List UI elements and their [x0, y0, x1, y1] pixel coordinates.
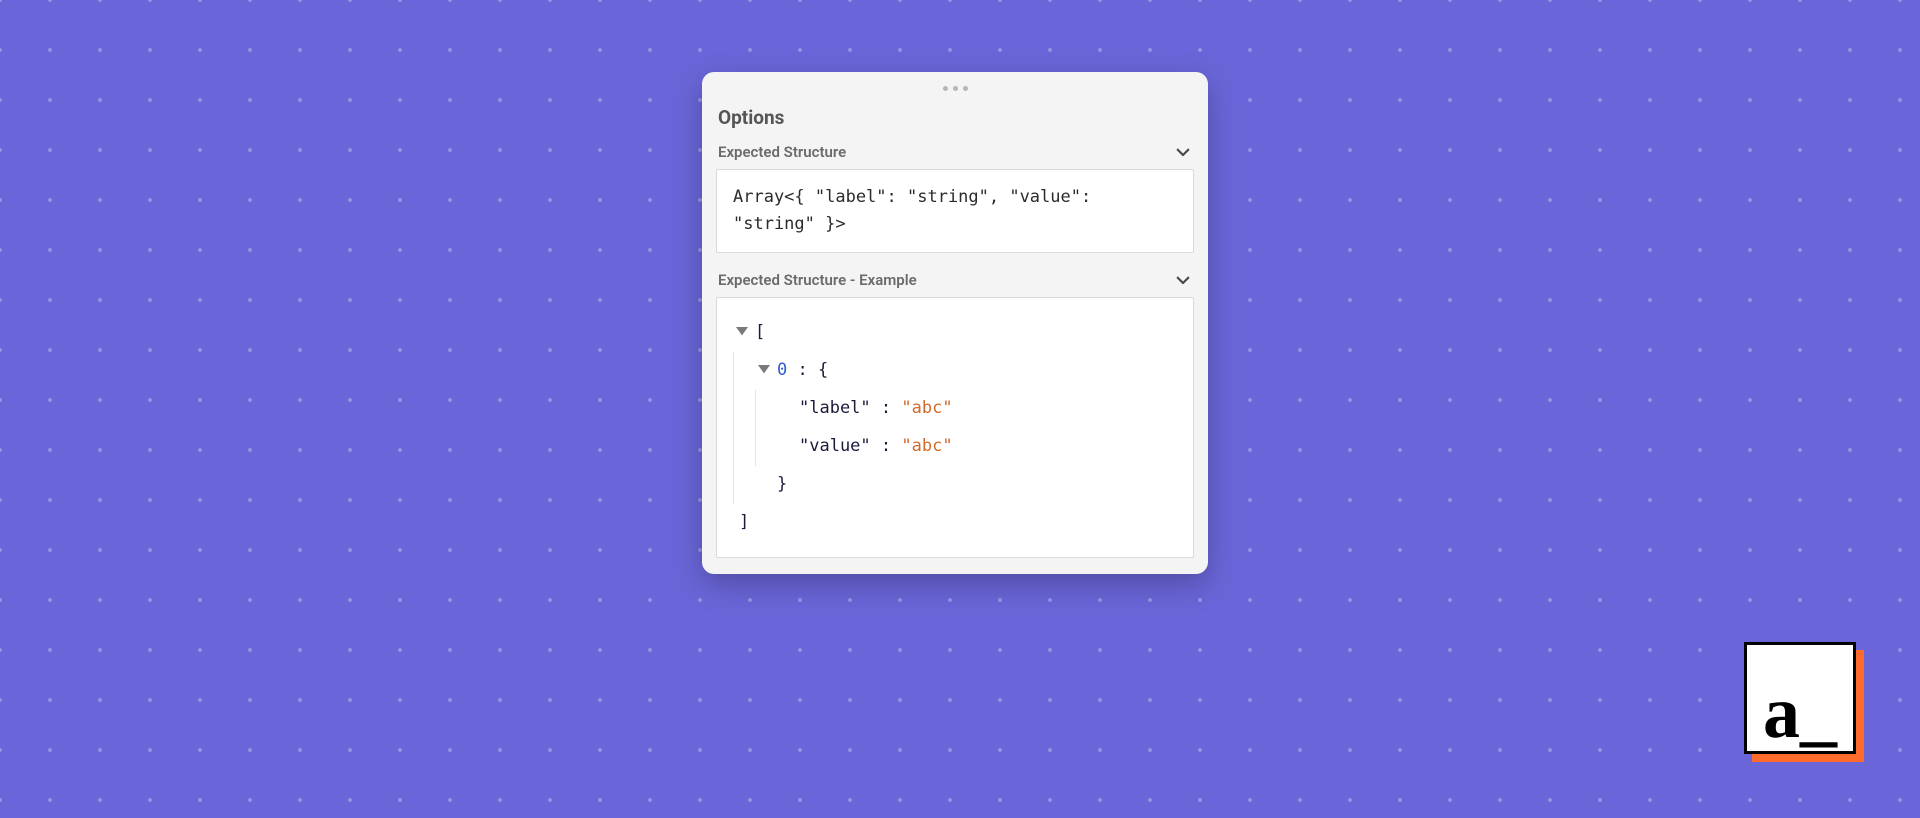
brace-open: {	[818, 352, 828, 389]
section-header-structure[interactable]: Expected Structure	[716, 139, 1194, 169]
appsmith-logo: a_	[1744, 642, 1856, 754]
json-value: "abc"	[901, 428, 952, 465]
array-index: 0	[777, 352, 787, 389]
brace-close: }	[777, 466, 787, 503]
section-label-structure: Expected Structure	[718, 143, 846, 161]
bracket-close: ]	[739, 504, 749, 541]
options-panel: Options Expected Structure Array<{ "labe…	[702, 72, 1208, 574]
panel-title: Options	[718, 106, 1194, 129]
section-header-example[interactable]: Expected Structure - Example	[716, 267, 1194, 297]
tree-row-array-close: ]	[733, 504, 1177, 541]
colon: :	[787, 352, 818, 389]
json-key: "label"	[799, 390, 871, 427]
chevron-down-icon	[1174, 271, 1192, 289]
colon: :	[871, 428, 902, 465]
logo-underscore: _	[1800, 657, 1837, 769]
tree-row-prop: "value" : "abc"	[733, 428, 1177, 466]
chevron-down-icon	[1174, 143, 1192, 161]
colon: :	[871, 390, 902, 427]
bracket-open: [	[755, 314, 765, 351]
logo-letter: a	[1763, 657, 1800, 769]
expected-structure-code: Array<{ "label": "string", "value": "str…	[716, 169, 1194, 253]
tree-row-array-open[interactable]: [	[733, 314, 1177, 351]
json-key: "value"	[799, 428, 871, 465]
tree-row-item-close: }	[733, 466, 1177, 504]
caret-down-icon[interactable]	[755, 362, 773, 380]
tree-row-item-open[interactable]: 0 : {	[733, 352, 1177, 390]
drag-handle[interactable]	[716, 86, 1194, 100]
caret-down-icon[interactable]	[733, 324, 751, 342]
tree-row-prop: "label" : "abc"	[733, 390, 1177, 428]
section-label-example: Expected Structure - Example	[718, 271, 917, 289]
json-value: "abc"	[901, 390, 952, 427]
example-json-tree: [ 0 : { "label" : "abc" "value" : "abc"	[716, 297, 1194, 558]
